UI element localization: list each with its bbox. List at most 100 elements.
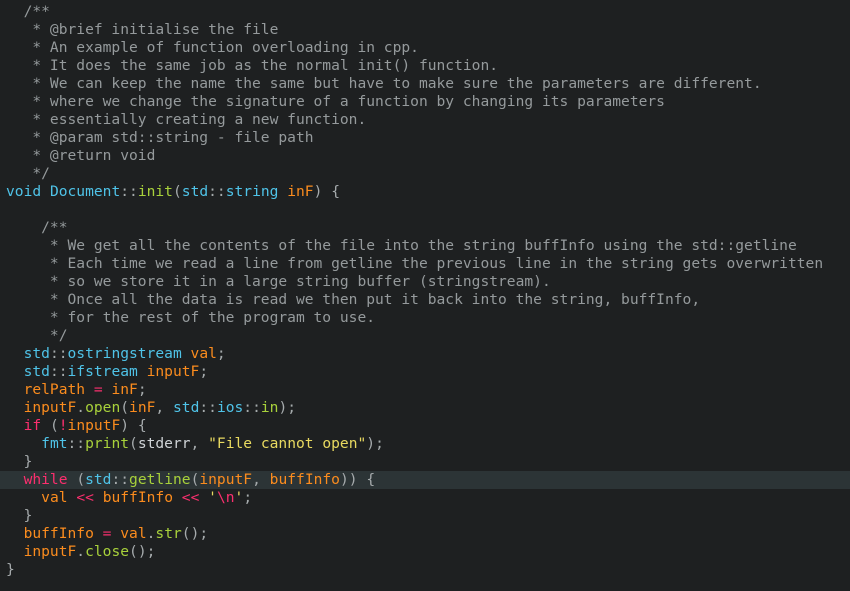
code-token: ; xyxy=(199,363,209,380)
code-token: inputF xyxy=(23,399,77,416)
code-token: if xyxy=(23,417,42,434)
code-token: inputF xyxy=(146,363,200,380)
code-token: in xyxy=(260,399,279,416)
code-token: print xyxy=(85,435,130,452)
code-token: )) xyxy=(339,471,358,488)
code-token: while xyxy=(23,471,68,488)
code-token: :: xyxy=(67,435,86,452)
code-token: val xyxy=(190,345,217,362)
code-token: = xyxy=(93,381,103,398)
code-line[interactable]: * @param std::string - file path xyxy=(0,129,850,147)
code-editor[interactable]: /** * @brief initialise the file * An ex… xyxy=(0,3,850,579)
code-token: inF xyxy=(287,183,314,200)
code-token: { xyxy=(366,471,376,488)
code-line[interactable]: inputF.open(inF, std::ios::in); xyxy=(0,399,850,417)
code-token: relPath xyxy=(23,381,86,398)
code-token: std xyxy=(173,399,200,416)
code-line[interactable]: void Document::init(std::string inF) { xyxy=(0,183,850,201)
code-line[interactable]: /** xyxy=(0,3,850,21)
code-line[interactable]: val << buffInfo << '\n'; xyxy=(0,489,850,507)
code-token: inputF xyxy=(23,543,77,560)
code-line[interactable]: * We can keep the name the same but have… xyxy=(0,75,850,93)
code-token: * essentially creating a new function. xyxy=(6,111,367,128)
code-line[interactable]: } xyxy=(0,453,850,471)
code-token: fmt xyxy=(41,435,68,452)
code-line[interactable]: * essentially creating a new function. xyxy=(0,111,850,129)
code-line[interactable]: * where we change the signature of a fun… xyxy=(0,93,850,111)
code-token: ' xyxy=(234,489,244,506)
code-line[interactable]: buffInfo = val.str(); xyxy=(0,525,850,543)
code-token: * for the rest of the program to use. xyxy=(6,309,376,326)
code-token: * @brief initialise the file xyxy=(6,21,279,38)
code-token: } xyxy=(23,507,33,524)
code-line[interactable]: */ xyxy=(0,327,850,345)
code-token: * It does the same job as the normal ini… xyxy=(6,57,499,74)
code-token: . xyxy=(76,543,86,560)
code-token: buffInfo xyxy=(23,525,94,542)
code-line[interactable]: /** xyxy=(0,219,850,237)
code-token: inF xyxy=(129,399,156,416)
code-line[interactable]: * We get all the contents of the file in… xyxy=(0,237,850,255)
code-token: \n xyxy=(216,489,235,506)
code-token: buffInfo xyxy=(102,489,173,506)
code-token: open xyxy=(85,399,121,416)
code-line[interactable]: * An example of function overloading in … xyxy=(0,39,850,57)
code-line[interactable]: * so we store it in a large string buffe… xyxy=(0,273,850,291)
code-token: /** xyxy=(6,219,68,236)
code-token: init xyxy=(137,183,173,200)
code-token: std xyxy=(85,471,112,488)
code-line[interactable]: * Each time we read a line from getline … xyxy=(0,255,850,273)
code-token: string xyxy=(225,183,279,200)
code-line[interactable]: * @return void xyxy=(0,147,850,165)
code-token: { xyxy=(137,417,147,434)
code-line[interactable]: fmt::print(stderr, "File cannot open"); xyxy=(0,435,850,453)
code-line[interactable]: } xyxy=(0,561,850,579)
code-token: ( xyxy=(172,183,182,200)
code-line[interactable]: std::ifstream inputF; xyxy=(0,363,850,381)
code-line[interactable]: * Once all the data is read we then put … xyxy=(0,291,850,309)
code-token: Document xyxy=(49,183,121,200)
code-line[interactable]: */ xyxy=(0,165,850,183)
code-line[interactable]: std::ostringstream val; xyxy=(0,345,850,363)
code-token: * Each time we read a line from getline … xyxy=(6,255,824,272)
code-token: ifstream xyxy=(67,363,138,380)
code-token: << xyxy=(181,489,200,506)
code-token: getline xyxy=(129,471,191,488)
code-line[interactable]: * It does the same job as the normal ini… xyxy=(0,57,850,75)
code-token: ostringstream xyxy=(67,345,182,362)
current-code-line[interactable]: while (std::getline(inputF, buffInfo)) { xyxy=(0,471,850,489)
code-line[interactable]: if (!inputF) { xyxy=(0,417,850,435)
code-token: */ xyxy=(6,165,50,182)
code-line[interactable]: } xyxy=(0,507,850,525)
code-token: * We can keep the name the same but have… xyxy=(6,75,762,92)
code-line[interactable]: inputF.close(); xyxy=(0,543,850,561)
code-token: str xyxy=(155,525,182,542)
code-token: ( xyxy=(76,471,86,488)
code-token: * @param std::string - file path xyxy=(6,129,314,146)
code-line[interactable]: relPath = inF; xyxy=(0,381,850,399)
code-line[interactable] xyxy=(0,201,850,219)
code-line[interactable]: * for the rest of the program to use. xyxy=(0,309,850,327)
code-line[interactable]: * @brief initialise the file xyxy=(0,21,850,39)
code-token: ; xyxy=(137,381,147,398)
code-token: "File cannot open" xyxy=(208,435,367,452)
code-token: , xyxy=(155,399,165,416)
code-token: * so we store it in a large string buffe… xyxy=(6,273,551,290)
code-token: close xyxy=(85,543,130,560)
code-token: * Once all the data is read we then put … xyxy=(6,291,701,308)
code-token: val xyxy=(41,489,68,506)
